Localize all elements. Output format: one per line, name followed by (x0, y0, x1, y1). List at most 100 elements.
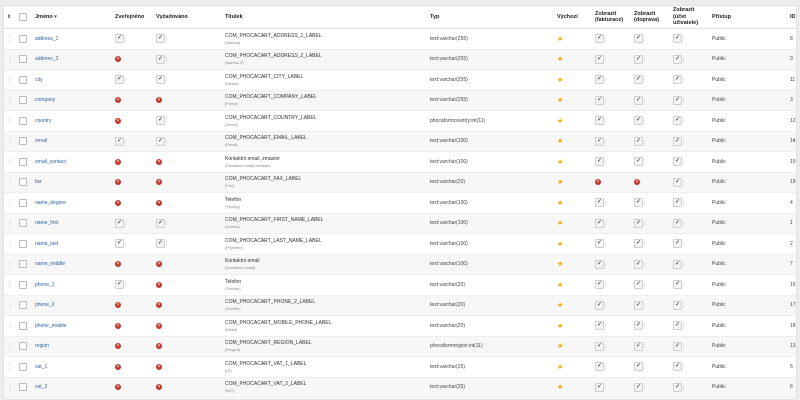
display-account-cell[interactable]: ✓| (670, 192, 709, 214)
field-name-link[interactable]: phone_1 (35, 282, 54, 288)
billing-check-icon[interactable]: ✓ (595, 116, 604, 126)
drag-handle-icon[interactable]: ⋮ (7, 77, 13, 83)
account-check-icon[interactable]: ✓ (673, 34, 682, 44)
billing-check-icon[interactable]: ✓ (595, 341, 604, 351)
display-shipping-cell[interactable]: ✓| (631, 49, 670, 70)
name-header[interactable]: Jméno ▾ (32, 6, 112, 29)
default-star-icon[interactable]: ★ (557, 118, 563, 125)
display-account-cell[interactable]: ✓| (670, 151, 709, 173)
required-unpublished-icon[interactable]: × (156, 97, 162, 104)
account-check-icon[interactable]: ✓ (673, 321, 682, 331)
required-cell[interactable]: × (153, 254, 222, 275)
display-account-cell[interactable]: ✓| (670, 356, 709, 378)
published-cell[interactable]: × (112, 90, 153, 111)
display-account-cell[interactable]: ✓| (670, 377, 709, 398)
display-billing-cell[interactable]: ✓| (592, 192, 631, 214)
display-shipping-cell[interactable]: ✓| (631, 213, 670, 234)
drag-handle[interactable]: ⋮ (4, 28, 16, 50)
access-header[interactable]: Přístup (709, 6, 787, 29)
field-name-link[interactable]: company (35, 97, 55, 103)
row-checkbox[interactable] (19, 239, 27, 248)
account-check-icon[interactable]: ✓ (673, 95, 682, 105)
published-unpublished-icon[interactable]: × (115, 117, 121, 124)
shipping-check-icon[interactable]: ✓ (634, 157, 643, 167)
drag-handle-icon[interactable]: ⋮ (7, 200, 13, 206)
default-cell[interactable]: ★ (554, 336, 592, 357)
required-unpublished-icon[interactable]: × (156, 322, 162, 329)
shipping-check-icon[interactable]: ✓ (634, 136, 643, 146)
required-cell[interactable]: ✓| (153, 131, 222, 152)
required-unpublished-icon[interactable]: × (156, 261, 162, 268)
display-shipping-cell[interactable]: ✓| (631, 192, 670, 214)
published-cell[interactable]: × (112, 192, 153, 214)
default-cell[interactable]: ★ (554, 274, 592, 296)
default-star-icon[interactable]: ★ (557, 36, 563, 43)
drag-handle[interactable]: ⋮ (4, 274, 16, 296)
shipping-check-icon[interactable]: ✓ (634, 218, 643, 228)
default-cell[interactable]: ★ (554, 233, 592, 255)
default-star-icon[interactable]: ★ (557, 200, 563, 207)
default-star-icon[interactable]: ★ (557, 97, 563, 104)
display-account-cell[interactable]: ✓| (670, 28, 709, 50)
shipping-check-icon[interactable]: ✓ (634, 382, 643, 392)
display-shipping-cell[interactable]: ✓| (631, 356, 670, 378)
row-checkbox[interactable] (19, 116, 27, 125)
published-check-icon[interactable]: ✓ (115, 239, 124, 249)
default-cell[interactable]: ★ (554, 49, 592, 70)
published-cell[interactable]: × (112, 49, 153, 70)
field-name-link[interactable]: name_middle (35, 261, 65, 267)
published-cell[interactable]: × (112, 172, 153, 193)
published-cell[interactable]: × (112, 295, 153, 316)
field-name-link[interactable]: name_degree (35, 200, 66, 206)
account-check-icon[interactable]: ✓ (673, 198, 682, 208)
account-check-icon[interactable]: ✓ (673, 75, 682, 85)
required-cell[interactable]: × (153, 192, 222, 214)
billing-check-icon[interactable]: ✓ (595, 280, 604, 290)
published-cell[interactable]: × (112, 315, 153, 337)
default-cell[interactable]: ★ (554, 213, 592, 234)
drag-handle-icon[interactable]: ⋮ (7, 344, 13, 350)
published-cell[interactable]: × (112, 254, 153, 275)
field-name-link[interactable]: phone_mobile (35, 323, 66, 329)
published-unpublished-icon[interactable]: × (115, 343, 121, 350)
published-unpublished-icon[interactable]: × (115, 199, 121, 206)
required-cell[interactable]: × (153, 315, 222, 337)
billing-check-icon[interactable]: ✓ (595, 157, 604, 167)
row-checkbox[interactable] (19, 219, 27, 228)
shipping-check-icon[interactable]: ✓ (634, 95, 643, 105)
row-checkbox[interactable] (19, 280, 27, 289)
title-header[interactable]: Titulek (222, 6, 427, 29)
drag-handle-icon[interactable]: ⋮ (7, 57, 13, 63)
account-check-icon[interactable]: ✓ (673, 54, 682, 64)
shipping-check-icon[interactable]: ✓ (634, 259, 643, 269)
field-name-link[interactable]: country (35, 118, 51, 124)
field-name-link[interactable]: email_contact (35, 159, 66, 165)
id-header[interactable]: ID (787, 6, 796, 29)
billing-check-icon[interactable]: ✓ (595, 54, 604, 64)
drag-handle[interactable]: ⋮ (4, 213, 16, 234)
row-checkbox[interactable] (19, 96, 27, 105)
display-shipping-cell[interactable]: ✓| (631, 315, 670, 337)
default-cell[interactable]: ★ (554, 377, 592, 398)
display-billing-cell[interactable]: ✓| (592, 254, 631, 275)
published-unpublished-icon[interactable]: × (115, 56, 121, 63)
display-shipping-cell[interactable]: ✓| (631, 377, 670, 398)
published-cell[interactable]: × (112, 110, 153, 132)
billing-check-icon[interactable]: ✓ (595, 321, 604, 331)
field-name-link[interactable]: address_2 (35, 56, 58, 62)
required-unpublished-icon[interactable]: × (156, 302, 162, 309)
drag-handle-icon[interactable]: ⋮ (7, 241, 13, 247)
default-star-icon[interactable]: ★ (557, 77, 563, 84)
display-account-cell[interactable]: ✓| (670, 131, 709, 152)
published-unpublished-icon[interactable]: × (115, 322, 121, 329)
account-check-icon[interactable]: ✓ (673, 157, 682, 167)
drag-handle[interactable]: ⋮ (4, 377, 16, 398)
billing-check-icon[interactable]: ✓ (595, 198, 604, 208)
account-check-icon[interactable]: ✓ (673, 259, 682, 269)
required-check-icon[interactable]: ✓ (156, 136, 165, 146)
drag-handle[interactable]: ⋮ (4, 151, 16, 173)
display-billing-cell[interactable]: ✓| (592, 90, 631, 111)
field-name-link[interactable]: vat_2 (35, 384, 47, 390)
display-account-cell[interactable]: ✓| (670, 49, 709, 70)
display-billing-cell[interactable]: × (592, 172, 631, 193)
